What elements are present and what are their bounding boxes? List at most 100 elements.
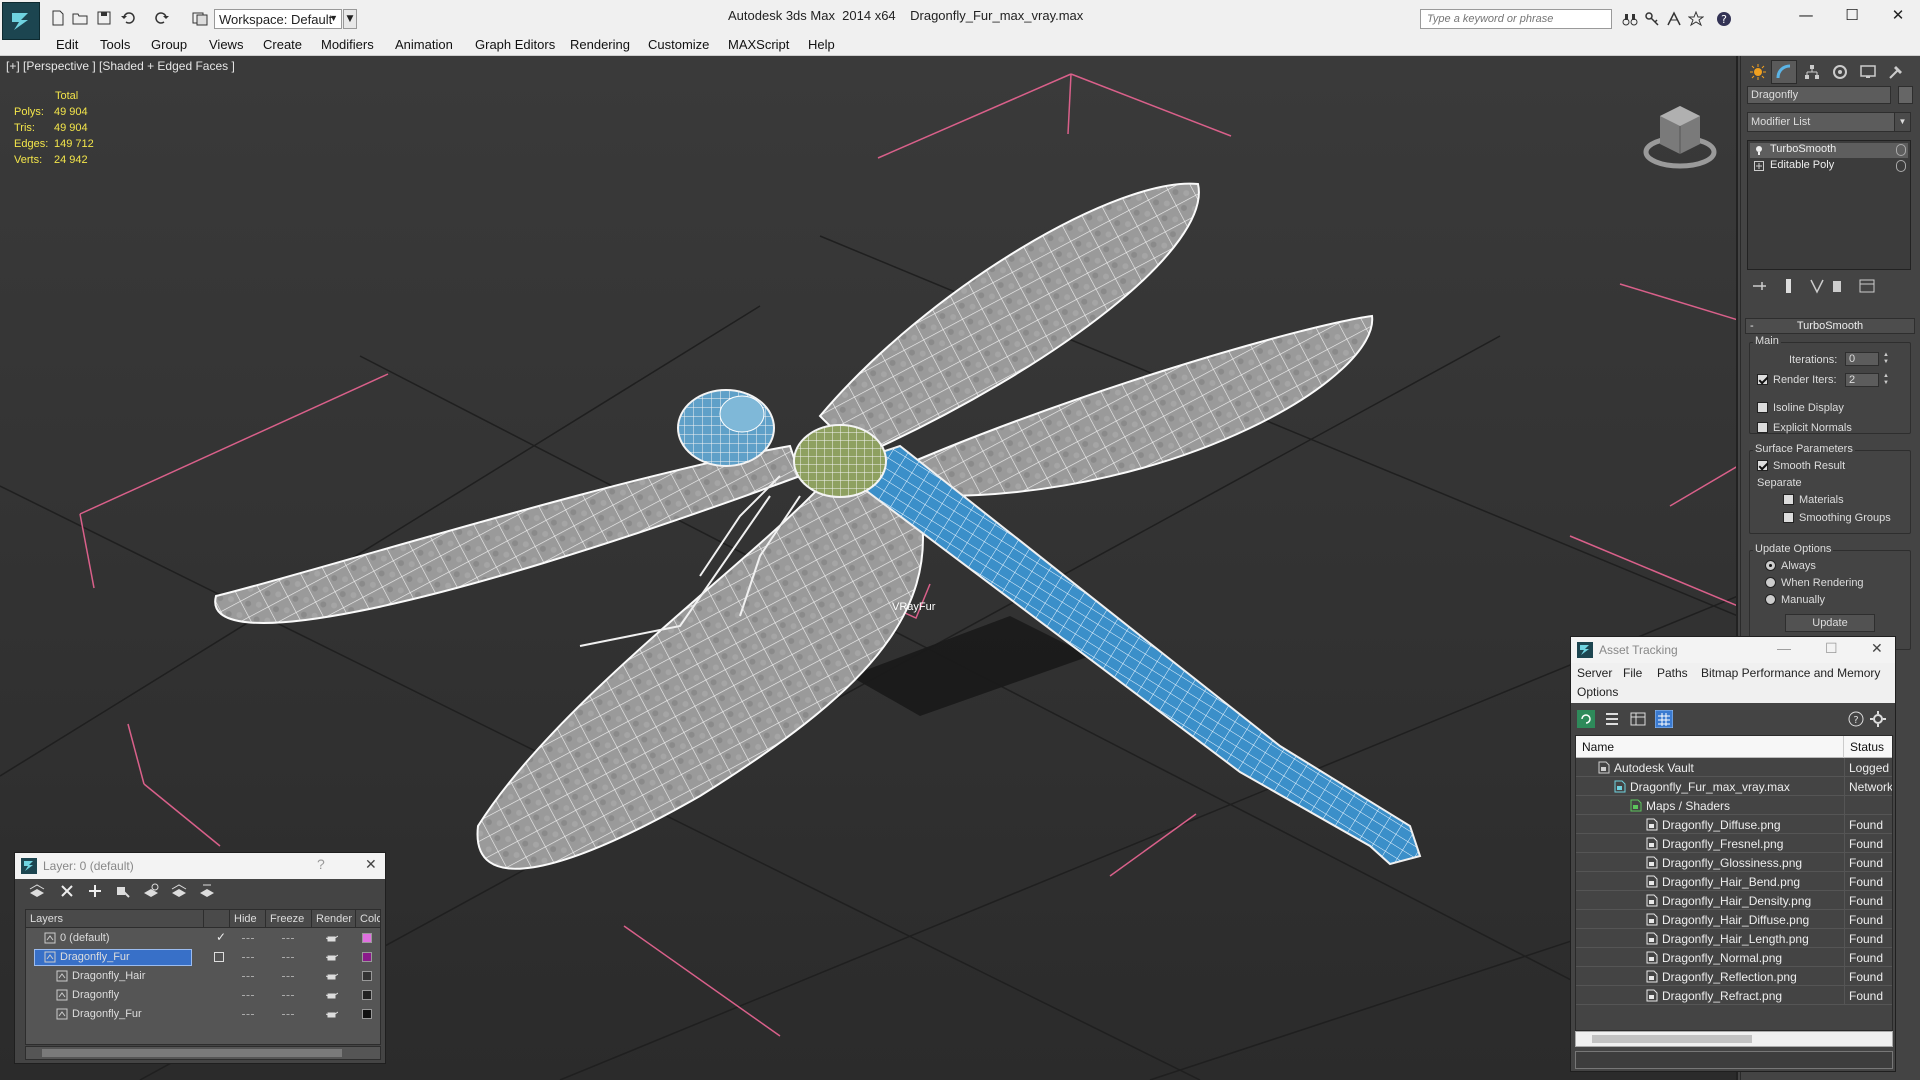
show-end-result-icon[interactable] [1781, 278, 1797, 294]
freeze-toggle[interactable] [282, 1014, 294, 1015]
menu-customize[interactable]: Customize [648, 37, 709, 52]
layer-row[interactable]: Dragonfly_Fur [26, 948, 380, 967]
asset-row[interactable]: Autodesk Vault Logged C [1576, 758, 1892, 777]
binoculars-icon[interactable] [1622, 11, 1638, 27]
workspace-selector[interactable]: Workspace: Default ▼ [214, 9, 342, 29]
asset-menu-file[interactable]: File [1623, 666, 1642, 680]
modify-tab[interactable] [1771, 60, 1797, 84]
column-header-layers[interactable]: Layers [26, 910, 204, 928]
layer-horizontal-scrollbar[interactable] [25, 1046, 381, 1060]
communication-center-icon[interactable] [1666, 11, 1682, 27]
object-color-swatch[interactable] [1898, 86, 1913, 104]
display-tab[interactable] [1855, 60, 1881, 84]
layer-color-swatch[interactable] [362, 990, 372, 1000]
asset-minimize-button[interactable]: — [1777, 640, 1791, 656]
spinner-arrows-icon[interactable]: ▲ ▼ [1881, 373, 1891, 387]
asset-row[interactable]: Dragonfly_Fresnel.png Found [1576, 834, 1892, 853]
toggle-icon[interactable] [1896, 160, 1906, 172]
hide-toggle[interactable] [242, 976, 254, 977]
freeze-toggle[interactable] [282, 976, 294, 977]
iterations-spinner[interactable]: 0 [1845, 352, 1879, 366]
asset-row[interactable]: Dragonfly_Glossiness.png Found [1576, 853, 1892, 872]
column-header-freeze[interactable]: Freeze [266, 910, 312, 928]
spinner-arrows-icon[interactable]: ▲ ▼ [1881, 352, 1891, 366]
asset-row[interactable]: Maps / Shaders [1576, 796, 1892, 815]
isoline-display-checkbox[interactable] [1757, 402, 1768, 413]
viewcube-icon[interactable] [1640, 86, 1720, 176]
teapot-render-icon[interactable] [326, 991, 338, 1000]
teapot-render-icon[interactable] [326, 972, 338, 981]
rollout-title[interactable]: - TurboSmooth [1745, 318, 1915, 334]
asset-row[interactable]: Dragonfly_Hair_Diffuse.png Found [1576, 910, 1892, 929]
motion-tab[interactable] [1827, 60, 1853, 84]
menu-edit[interactable]: Edit [56, 37, 78, 52]
refresh-icon[interactable] [1577, 710, 1595, 728]
teapot-render-icon[interactable] [326, 934, 338, 943]
hide-toggle[interactable] [242, 995, 254, 996]
asset-row[interactable]: Dragonfly_Reflection.png Found [1576, 967, 1892, 986]
layer-color-swatch[interactable] [362, 933, 372, 943]
utilities-tab[interactable] [1883, 60, 1909, 84]
add-to-layer-icon[interactable] [87, 883, 103, 899]
key-icon[interactable] [1644, 11, 1660, 27]
viewport-label[interactable]: [+] [Perspective ] [Shaded + Edged Faces… [6, 59, 235, 73]
scrollbar-thumb[interactable] [1592, 1035, 1752, 1043]
manually-radio[interactable] [1765, 594, 1776, 605]
teapot-render-icon[interactable] [326, 1010, 338, 1019]
stack-item-editable-poly[interactable]: Editable Poly [1750, 159, 1908, 174]
render-iters-spinner[interactable]: 2 [1845, 373, 1879, 387]
settings-icon[interactable] [1869, 710, 1887, 728]
layer-close-button[interactable]: ✕ [365, 856, 377, 873]
asset-menu-bitmap[interactable]: Bitmap Performance and Memory [1701, 666, 1880, 680]
active-layer-toggle-icon[interactable] [214, 952, 224, 962]
hide-toggle[interactable] [242, 1014, 254, 1015]
when-rendering-radio[interactable] [1765, 577, 1776, 588]
favorites-star-icon[interactable] [1688, 11, 1704, 27]
asset-menu-paths[interactable]: Paths [1657, 666, 1688, 680]
asset-maximize-button[interactable]: ☐ [1825, 640, 1838, 657]
menu-views[interactable]: Views [209, 37, 243, 52]
asset-row[interactable]: Dragonfly_Hair_Length.png Found [1576, 929, 1892, 948]
menu-create[interactable]: Create [263, 37, 302, 52]
search-input[interactable] [1420, 9, 1612, 29]
minimize-button[interactable]: — [1792, 6, 1820, 26]
object-name-field[interactable]: Dragonfly [1747, 86, 1891, 104]
help-icon[interactable]: ? [1716, 11, 1732, 27]
asset-window-title-bar[interactable]: Asset Tracking — ☐ ✕ [1571, 637, 1895, 663]
menu-animation[interactable]: Animation [395, 37, 453, 52]
column-header-render[interactable]: Render [312, 910, 356, 928]
help-icon[interactable]: ? [1847, 710, 1865, 728]
asset-row[interactable]: Dragonfly_Hair_Bend.png Found [1576, 872, 1892, 891]
menu-rendering[interactable]: Rendering [570, 37, 630, 52]
render-iters-checkbox[interactable] [1757, 374, 1768, 385]
scrollbar-thumb[interactable] [42, 1049, 342, 1057]
asset-menu-server[interactable]: Server [1577, 666, 1612, 680]
new-layer-icon[interactable] [29, 883, 45, 899]
list-view-icon[interactable] [1603, 710, 1621, 728]
highlight-layer-icon[interactable] [143, 883, 159, 899]
teapot-render-icon[interactable] [326, 953, 338, 962]
layer-window-title-bar[interactable]: Layer: 0 (default) ? ✕ [15, 853, 385, 879]
explicit-normals-checkbox[interactable] [1757, 422, 1768, 433]
modifier-list-dropdown[interactable]: Modifier List ▼ [1747, 112, 1911, 132]
hierarchy-tab[interactable] [1799, 60, 1825, 84]
column-header-status[interactable]: Status [1844, 736, 1892, 758]
asset-row[interactable]: Dragonfly_Hair_Density.png Found [1576, 891, 1892, 910]
layer-row[interactable]: Dragonfly [26, 986, 380, 1005]
asset-menu-options[interactable]: Options [1577, 685, 1618, 699]
asset-row[interactable]: Dragonfly_Normal.png Found [1576, 948, 1892, 967]
layer-row[interactable]: Dragonfly_Fur [26, 1005, 380, 1024]
hide-all-layers-icon[interactable] [171, 883, 187, 899]
help-button[interactable]: ? [317, 856, 325, 872]
column-header-color[interactable]: Color [356, 910, 380, 928]
toggle-icon[interactable] [1896, 144, 1906, 156]
redo-icon[interactable] [154, 10, 170, 26]
grid-view-icon[interactable] [1655, 710, 1673, 728]
new-file-icon[interactable] [50, 10, 66, 26]
materials-checkbox[interactable] [1783, 494, 1794, 505]
freeze-toggle[interactable] [282, 995, 294, 996]
menu-maxscript[interactable]: MAXScript [728, 37, 789, 52]
menu-tools[interactable]: Tools [100, 37, 130, 52]
project-folder-icon[interactable] [192, 10, 208, 26]
freeze-toggle[interactable] [282, 957, 294, 958]
